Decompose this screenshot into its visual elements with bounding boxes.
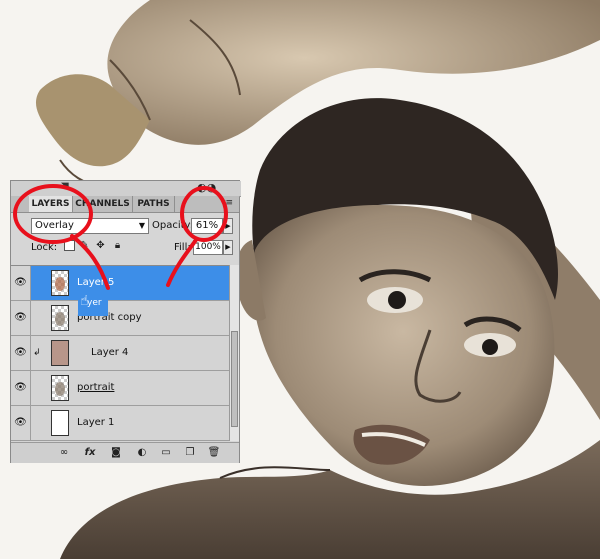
eye-icon[interactable]: 👁︎ <box>11 266 31 300</box>
lock-pixels-icon[interactable]: ✎ <box>79 240 90 251</box>
lock-all-icon[interactable]: 🔒︎ <box>112 240 123 251</box>
panel-options-icon[interactable]: ◐◑ <box>197 182 216 194</box>
panel-footer: ∞ fx ◙ ◐ ▭ ❐ 🗑︎ <box>11 442 239 463</box>
lock-position-icon[interactable]: ✥ <box>95 240 106 251</box>
layer-thumbnail <box>51 410 69 436</box>
layer-thumbnail <box>51 375 69 401</box>
scrollbar-thumb[interactable] <box>231 331 238 427</box>
delete-layer-icon[interactable]: 🗑︎ <box>207 446 221 459</box>
tab-paths[interactable]: PATHS <box>133 196 175 212</box>
layer-thumbnail <box>51 305 69 331</box>
panel-tab-bar: LAYERS CHANNELS PATHS ▾≡ <box>11 196 239 213</box>
layer-list: 👁︎ Layer 5 👁︎ portrait copy 👁︎ ↲ Layer 4… <box>11 265 229 442</box>
fill-input[interactable]: 100% <box>193 240 223 255</box>
panel-menu-icon[interactable]: ▾≡ <box>221 198 233 208</box>
opacity-slider-arrow-icon[interactable]: ▶ <box>223 218 233 234</box>
tab-layers[interactable]: LAYERS <box>29 196 73 212</box>
fill-label: Fill: <box>174 242 191 253</box>
adjustment-layer-icon[interactable]: ◐ <box>135 446 149 459</box>
blend-mode-value: Overlay <box>35 220 74 231</box>
layer-thumbnail <box>51 270 69 296</box>
layer-name[interactable]: Layer 5 <box>77 277 114 289</box>
eye-icon[interactable]: 👁︎ <box>11 371 31 405</box>
eye-icon[interactable]: 👁︎ <box>11 406 31 440</box>
fill-slider-arrow-icon[interactable]: ▶ <box>223 240 233 255</box>
chevron-down-icon: ▼ <box>138 221 145 230</box>
layer-row-layer-4[interactable]: 👁︎ ↲ Layer 4 <box>11 336 229 371</box>
new-layer-icon[interactable]: ❐ <box>183 446 197 459</box>
layer-name[interactable]: Layer 4 <box>91 347 128 359</box>
opacity-input[interactable]: 61% <box>191 218 223 234</box>
tab-channels[interactable]: CHANNELS <box>73 196 133 212</box>
layer-name[interactable]: Layer 1 <box>77 417 114 429</box>
layer-row-portrait-copy[interactable]: 👁︎ portrait copy <box>11 301 229 336</box>
lock-transparent-icon[interactable] <box>64 240 75 251</box>
fx-icon[interactable]: fx <box>83 446 97 459</box>
clip-arrow-icon: ↲ <box>33 348 41 358</box>
add-mask-icon[interactable]: ◙ <box>109 446 123 459</box>
layer-row-layer-5[interactable]: 👁︎ Layer 5 <box>11 266 229 301</box>
new-group-icon[interactable]: ▭ <box>159 446 173 459</box>
opacity-label: Opacity: <box>152 220 194 231</box>
layers-scrollbar[interactable] <box>229 265 239 441</box>
eye-icon[interactable]: 👁︎ <box>11 336 31 370</box>
link-layers-icon[interactable]: ∞ <box>57 446 71 459</box>
lock-label: Lock: <box>31 242 58 253</box>
panel-title-bar[interactable]: ◥ ◐◑ <box>11 181 241 197</box>
layer-row-layer-1[interactable]: 👁︎ Layer 1 <box>11 406 229 441</box>
eye-icon[interactable]: 👁︎ <box>11 301 31 335</box>
hand-cursor-icon: ☝ <box>80 293 89 309</box>
layer-name[interactable]: portrait <box>77 382 114 394</box>
layers-panel: ◥ ◐◑ LAYERS CHANNELS PATHS ▾≡ Overlay ▼ … <box>10 180 241 463</box>
layer-row-portrait[interactable]: 👁︎ portrait <box>11 371 229 406</box>
layer-thumbnail <box>51 340 69 366</box>
blend-mode-select[interactable]: Overlay ▼ <box>31 218 149 234</box>
collapse-arrow-icon[interactable]: ◥ <box>61 181 73 193</box>
